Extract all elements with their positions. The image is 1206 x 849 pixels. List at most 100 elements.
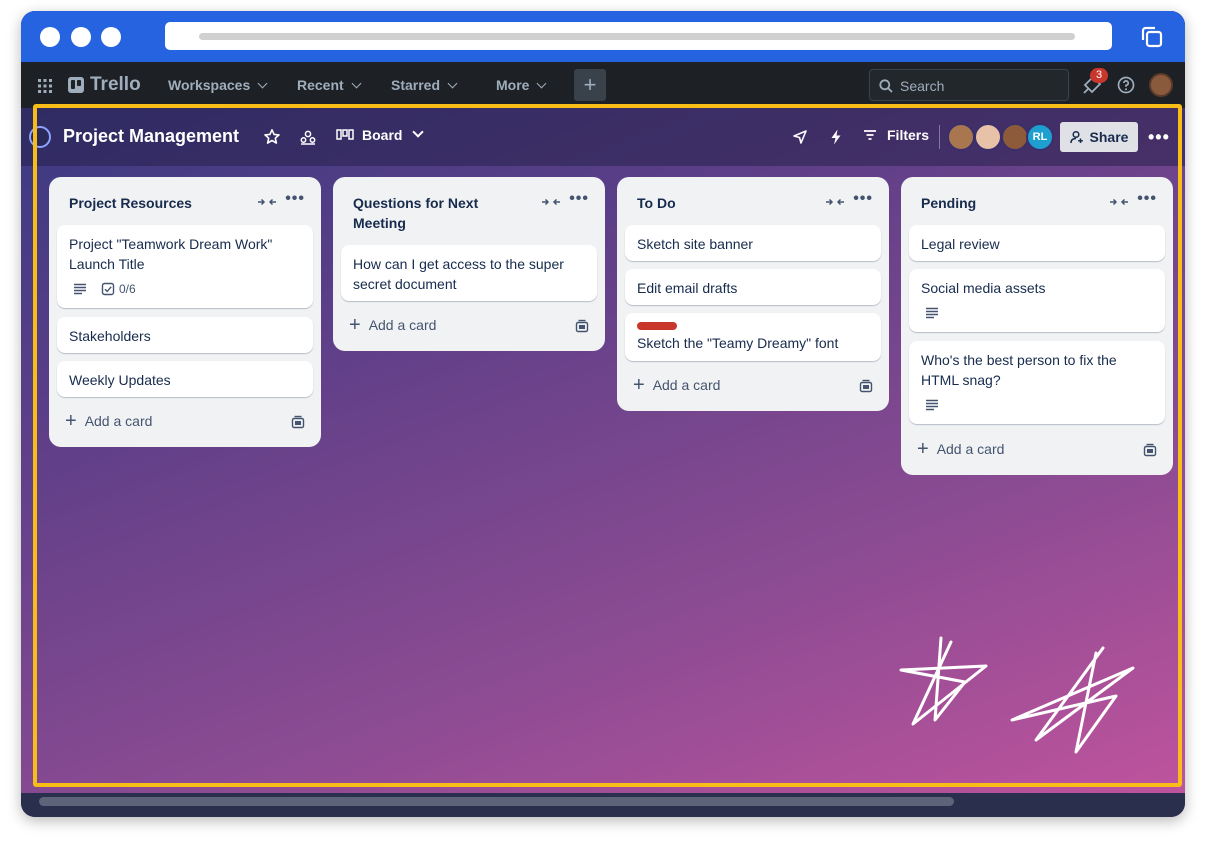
trello-logo-icon [68,77,84,93]
card[interactable]: Stakeholders [57,317,313,353]
share-label: Share [1089,129,1129,145]
add-card-label: Add a card [368,317,437,333]
board-view-switcher[interactable]: Board [336,126,425,143]
browser-window: Trello Workspaces Recent Starred More + … [21,11,1185,817]
more-menu[interactable]: More [496,77,547,93]
board-title[interactable]: Project Management [63,126,239,147]
window-minimize-button[interactable] [71,27,91,47]
collapse-list-icon[interactable] [1109,194,1129,210]
starred-menu-label: Starred [391,77,441,93]
notification-count-badge: 3 [1090,68,1108,83]
add-card-label: Add a card [84,413,153,429]
automation-icon[interactable] [827,128,845,146]
list-actions-button[interactable]: ••• [285,190,305,208]
collapse-list-icon[interactable] [825,194,845,210]
card[interactable]: How can I get access to the super secret… [341,245,597,301]
member-avatar[interactable] [974,123,1002,151]
trello-logo[interactable]: Trello [68,74,141,95]
collapse-list-icon[interactable] [257,194,277,210]
starred-menu[interactable]: Starred [391,77,458,93]
list-title[interactable]: Questions for Next Meeting [353,193,523,233]
card[interactable]: Project "Teamwork Dream Work" Launch Tit… [57,225,313,308]
card[interactable]: Social media assets [909,269,1165,332]
add-card-button[interactable]: + Add a card [349,315,436,335]
list-title[interactable]: Project Resources [69,193,192,213]
more-menu-label: More [496,77,530,93]
horizontal-scrollbar[interactable] [39,797,954,806]
card-title: Weekly Updates [69,372,171,388]
window-zoom-button[interactable] [101,27,121,47]
plus-icon: + [65,410,77,432]
card-title: How can I get access to the super secret… [353,256,564,292]
top-navigation: Trello Workspaces Recent Starred More + … [21,62,1185,108]
url-placeholder-line [199,33,1075,40]
card[interactable]: Sketch site banner [625,225,881,261]
board-menu-button[interactable]: ••• [1148,127,1169,147]
card-title: Legal review [921,236,1000,252]
window-close-button[interactable] [40,27,60,47]
card-template-icon[interactable] [859,379,873,393]
filters-button[interactable]: Filters [863,127,929,143]
description-icon [926,307,938,319]
search-field[interactable] [869,69,1069,101]
filter-icon [864,130,876,140]
list-actions-button[interactable]: ••• [569,190,589,208]
card-title: Sketch site banner [637,236,753,252]
card-badges [925,399,939,411]
member-avatar[interactable] [1001,123,1029,151]
chevron-down-icon [351,78,362,89]
plus-icon: + [917,438,929,460]
card-template-icon[interactable] [1143,443,1157,457]
trello-logo-text: Trello [90,74,141,95]
list-actions-button[interactable]: ••• [1137,190,1157,208]
add-card-label: Add a card [936,441,1005,457]
list-title[interactable]: To Do [637,193,676,213]
add-card-button[interactable]: + Add a card [917,439,1004,459]
search-input[interactable] [900,77,1060,95]
add-card-button[interactable]: + Add a card [65,411,152,431]
account-avatar[interactable] [1149,73,1173,97]
browser-chrome [21,11,1185,62]
card-title: Sketch the "Teamy Dreamy" font [637,335,839,351]
add-card-button[interactable]: + Add a card [633,375,720,395]
collapse-list-icon[interactable] [541,194,561,210]
list-questions-for-next-meeting: Questions for Next Meeting ••• How can I… [333,177,605,351]
share-button[interactable]: Share [1060,122,1138,152]
card-template-icon[interactable] [291,415,305,429]
card-label[interactable] [637,322,677,330]
list-to-do: To Do ••• Sketch site banner Edit email … [617,177,889,411]
help-icon[interactable] [1117,76,1135,94]
recent-menu[interactable]: Recent [297,77,362,93]
chevron-down-icon [447,78,458,89]
star-icon[interactable] [263,128,281,146]
board-view-icon [336,129,354,140]
card[interactable]: Sketch the "Teamy Dreamy" font [625,313,881,361]
search-icon [879,79,893,93]
member-avatar[interactable] [947,123,975,151]
list-pending: Pending ••• Legal review Social media as… [901,177,1173,475]
list-title[interactable]: Pending [921,193,976,213]
workspace-visibility-icon[interactable] [299,128,317,146]
card-title: Who's the best person to fix the HTML sn… [921,352,1117,388]
list-actions-button[interactable]: ••• [853,190,873,208]
description-icon [926,399,938,411]
card-badges: 0/6 [73,282,136,296]
member-avatar-rl[interactable]: RL [1026,123,1054,151]
card-badges [925,307,939,319]
description-icon [74,283,86,295]
chevron-down-icon [412,126,425,138]
card-template-icon[interactable] [575,319,589,333]
tabs-icon[interactable] [1138,23,1166,51]
card[interactable]: Edit email drafts [625,269,881,305]
card[interactable]: Weekly Updates [57,361,313,397]
recent-menu-label: Recent [297,77,344,93]
card[interactable]: Who's the best person to fix the HTML sn… [909,341,1165,424]
workspaces-menu[interactable]: Workspaces [168,77,268,93]
address-bar[interactable] [165,22,1112,50]
power-ups-icon[interactable] [791,128,809,146]
app-switcher-icon[interactable] [38,79,52,93]
header-divider [939,125,940,149]
create-button[interactable]: + [574,69,606,101]
sidebar-toggle-button[interactable] [29,126,51,148]
card[interactable]: Legal review [909,225,1165,261]
